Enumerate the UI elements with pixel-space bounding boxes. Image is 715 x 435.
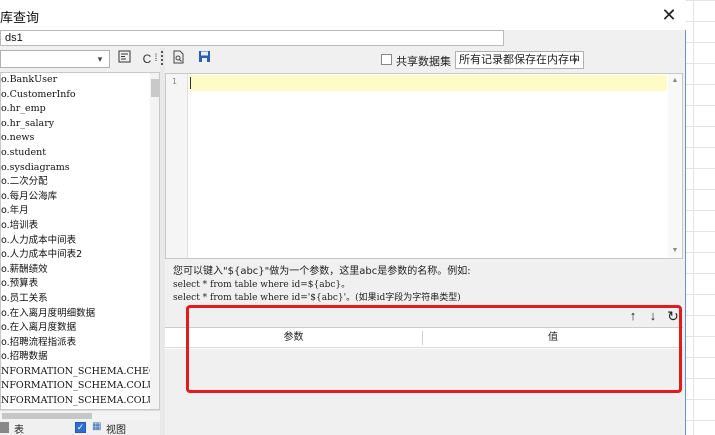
table-list-item[interactable]: o.hr_emp bbox=[1, 102, 159, 117]
editor-scrollbar[interactable]: ▲ ▼ bbox=[668, 74, 682, 258]
column-header-parameter[interactable]: 参数 bbox=[165, 328, 422, 348]
table-list-item[interactable]: o.每月公海库 bbox=[1, 190, 159, 205]
line-gutter: 1 bbox=[166, 74, 188, 258]
move-up-icon[interactable]: ↑ bbox=[625, 307, 641, 325]
view-filter-label: 视图 bbox=[106, 425, 126, 435]
vertical-scrollbar[interactable] bbox=[150, 73, 159, 409]
parameter-table: 参数 值 bbox=[165, 327, 683, 435]
text-caret bbox=[190, 77, 191, 89]
scroll-down-icon[interactable]: ▼ bbox=[670, 246, 680, 256]
scroll-up-icon[interactable]: ▲ bbox=[670, 76, 680, 86]
editor-toolbar: 共享数据集 所有记录都保存在内存中 ▾ bbox=[165, 50, 685, 70]
window-title: 库查询 bbox=[0, 10, 40, 25]
table-list-item[interactable]: o.薪酬绩效 bbox=[1, 263, 159, 278]
share-dataset-checkbox[interactable] bbox=[381, 54, 392, 65]
table-list-item[interactable]: o.BankUser bbox=[1, 73, 159, 88]
help-line-3: select * from table where id='${abc}'。(如… bbox=[173, 293, 461, 303]
parameter-help: 您可以键入"${abc}"做为一个参数，这里abc是参数的名称。例如: sele… bbox=[173, 265, 678, 305]
table-list-item[interactable]: o.招聘数据 bbox=[1, 350, 159, 365]
storage-mode-value: 所有记录都保存在内存中 bbox=[459, 54, 580, 66]
table-list-items: o.BankUser o.CustomerInfo o.hr_emp o.hr_sal… bbox=[1, 73, 159, 409]
view-filter-checkbox[interactable]: ✓ bbox=[75, 422, 86, 433]
sql-editor[interactable]: 1 ▲ ▼ bbox=[165, 73, 683, 259]
chevron-down-icon: ▾ bbox=[572, 55, 578, 65]
filter-row: 表 ✓ ▦ 视图 bbox=[0, 420, 160, 435]
close-icon[interactable]: ✕ bbox=[656, 3, 682, 27]
preview-icon[interactable] bbox=[169, 50, 187, 68]
table-list-item[interactable]: o.年月 bbox=[1, 204, 159, 219]
table-browser-panel: ▾ C ⁞ o.BankUser o.CustomerInfo o.hr_emp o.… bbox=[0, 48, 160, 435]
connection-select[interactable]: ▾ bbox=[0, 50, 110, 68]
save-icon[interactable] bbox=[195, 50, 213, 68]
table-filter-checkbox[interactable] bbox=[0, 422, 9, 433]
storage-mode-select[interactable]: 所有记录都保存在内存中 ▾ bbox=[455, 51, 584, 69]
table-list-item[interactable]: o.sysdiagrams bbox=[1, 161, 159, 176]
move-down-icon[interactable]: ↓ bbox=[645, 307, 661, 325]
table-list-item[interactable]: o.员工关系 bbox=[1, 292, 159, 307]
parameter-toolbar: ↑ ↓ ↻ bbox=[165, 306, 683, 326]
line-number: 1 bbox=[172, 77, 177, 86]
table-list-item[interactable]: o.招聘流程指派表 bbox=[1, 336, 159, 351]
parameter-table-header: 参数 值 bbox=[165, 328, 683, 348]
column-header-value[interactable]: 值 bbox=[423, 328, 683, 348]
view-icon: ▦ bbox=[92, 421, 102, 432]
table-list-item[interactable]: o.二次分配 bbox=[1, 175, 159, 190]
table-list-item[interactable]: o.student bbox=[1, 146, 159, 161]
table-list-item[interactable]: o.培训表 bbox=[1, 219, 159, 234]
parameters-panel: ↑ ↓ ↻ 参数 值 bbox=[165, 306, 683, 435]
more-icon[interactable]: ⁞ bbox=[152, 50, 160, 68]
query-name-input[interactable]: ds1 bbox=[0, 30, 504, 46]
table-list-item[interactable]: o.news bbox=[1, 131, 159, 146]
query-dialog: 库查询 ✕ ds1 ▾ C ⁞ o.BankUser o.CustomerInfo… bbox=[0, 0, 686, 435]
table-list-item[interactable]: NFORMATION_SCHEMA.COLUMN_DOMAIN_ bbox=[1, 379, 159, 394]
table-list-item[interactable]: o.hr_salary bbox=[1, 117, 159, 132]
table-list-item[interactable]: o.在入离月度明细数据 bbox=[1, 307, 159, 322]
table-filter-label: 表 bbox=[14, 425, 24, 435]
table-list-item[interactable]: o.人力成本中间表2 bbox=[1, 248, 159, 263]
table-list-item[interactable]: NFORMATION_SCHEMA.CHECK_CONSTRAI bbox=[1, 365, 159, 380]
refresh-parameters-icon[interactable]: ↻ bbox=[665, 307, 681, 325]
active-line-highlight bbox=[189, 75, 667, 91]
table-list-item[interactable]: o.预算表 bbox=[1, 277, 159, 292]
table-list: o.BankUser o.CustomerInfo o.hr_emp o.hr_sal… bbox=[0, 72, 160, 410]
table-list-item[interactable]: o.CustomerInfo bbox=[1, 88, 159, 103]
help-line-1: 您可以键入"${abc}"做为一个参数，这里abc是参数的名称。例如: bbox=[173, 266, 471, 277]
title-bar: 库查询 ✕ bbox=[0, 0, 686, 30]
table-list-item[interactable]: o.人力成本中间表 bbox=[1, 234, 159, 249]
share-dataset-label: 共享数据集 bbox=[396, 56, 451, 68]
parameter-table-body bbox=[165, 349, 683, 435]
chevron-down-icon: ▾ bbox=[97, 54, 103, 64]
edit-connection-icon[interactable] bbox=[115, 50, 133, 68]
help-line-2: select * from table where id=${abc}。 bbox=[173, 280, 351, 290]
table-list-item[interactable]: o.在入离月度数据 bbox=[1, 321, 159, 336]
table-list-item[interactable]: NFORMATION_SCHEMA.COLUMN_PRIVILE bbox=[1, 394, 159, 409]
horizontal-scrollbar[interactable] bbox=[0, 410, 160, 420]
